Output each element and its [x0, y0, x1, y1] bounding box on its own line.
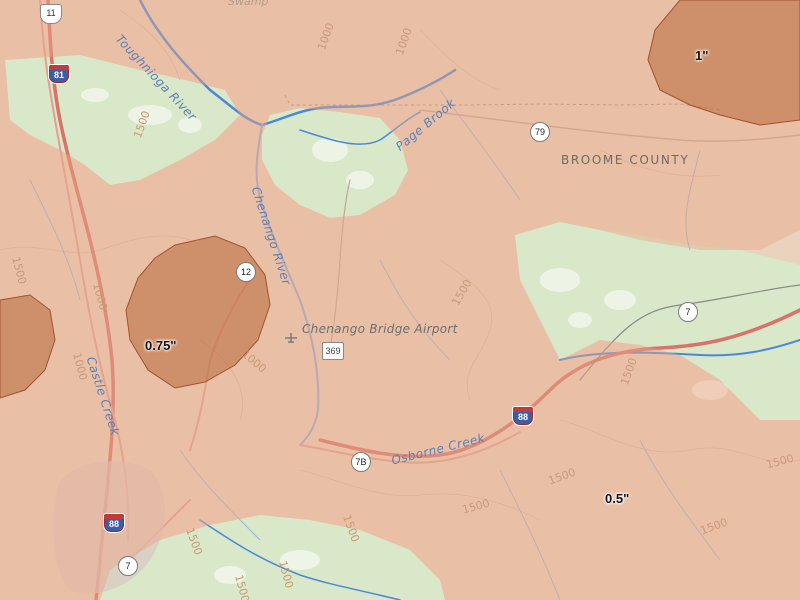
shield-ny-7b: 7B	[351, 452, 371, 472]
label-airport: Chenango Bridge Airport	[302, 322, 458, 336]
shield-i-88-west: 88	[103, 513, 125, 533]
shield-ny-12: 12	[236, 262, 256, 282]
snowfall-amount-west: 0.75"	[145, 338, 177, 353]
shield-i-81: 81	[48, 64, 70, 84]
label-swamp: Swamp	[228, 0, 269, 8]
snowfall-amount-southeast: 0.5"	[605, 491, 630, 506]
shield-ny-7-south: 7	[118, 556, 138, 576]
snowfall-amount-northeast: 1"	[695, 48, 709, 63]
snowfall-map[interactable]: Toughnioga River Chenango River Page Bro…	[0, 0, 800, 600]
label-broome-county: BROOME COUNTY	[561, 153, 690, 167]
shield-ny-7-east: 7	[678, 302, 698, 322]
shield-us-11: 11	[40, 4, 62, 24]
shield-ny-79: 79	[530, 122, 550, 142]
shield-cr-369: 369	[322, 342, 344, 360]
shield-i-88-east: 88	[512, 406, 534, 426]
map-canvas[interactable]	[0, 0, 800, 600]
